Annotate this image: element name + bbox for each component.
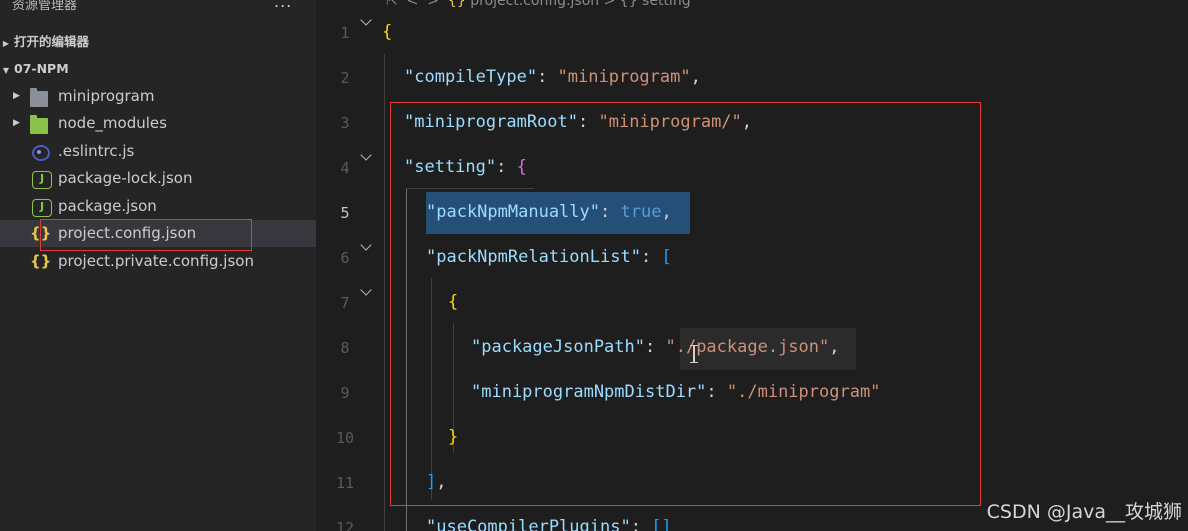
line-number: 7 bbox=[340, 294, 350, 312]
tree-item-label: node_modules bbox=[58, 114, 167, 132]
indent-guide bbox=[384, 54, 385, 531]
fold-chevron-icon[interactable] bbox=[360, 286, 374, 296]
colon: : bbox=[630, 517, 652, 531]
fold-chevron-icon[interactable] bbox=[360, 151, 374, 161]
explorer-title: 资源管理器 bbox=[12, 0, 78, 13]
project-root-section[interactable]: ▼ 07-NPM bbox=[0, 58, 69, 80]
open-editors-section[interactable]: ▶ 打开的编辑器 bbox=[0, 31, 89, 53]
chevron-down-icon: ▼ bbox=[2, 66, 10, 75]
tree-item-node-modules[interactable]: ▶ node_modules bbox=[0, 110, 316, 137]
tree-item-project-private-config[interactable]: {} project.private.config.json bbox=[0, 248, 316, 275]
tree-item-label: package-lock.json bbox=[58, 169, 193, 187]
line-number-current: 5 bbox=[340, 204, 350, 222]
watermark: CSDN @Java__攻城狮 bbox=[986, 501, 1182, 523]
more-actions-icon[interactable]: ... bbox=[274, 0, 292, 11]
chevron-right-icon: ▶ bbox=[13, 118, 20, 128]
tree-item-label: package.json bbox=[58, 197, 157, 215]
tree-item-eslintrc[interactable]: .eslintrc.js bbox=[0, 138, 316, 165]
breadcrumb-symbol[interactable]: {} setting bbox=[620, 0, 691, 9]
highlight-annotation-box bbox=[390, 102, 981, 506]
folder-icon bbox=[30, 88, 48, 107]
breadcrumb-nav-icons[interactable]: ⇱ < > bbox=[386, 0, 448, 9]
json-string: "miniprogram" bbox=[557, 67, 691, 87]
breadcrumb-file[interactable]: project.config.json bbox=[470, 0, 599, 9]
line-number: 6 bbox=[340, 249, 350, 267]
tree-item-package-json[interactable]: J package.json bbox=[0, 193, 316, 220]
project-root-label: 07-NPM bbox=[14, 61, 69, 76]
brace: { bbox=[382, 22, 393, 42]
line-number: 8 bbox=[340, 339, 350, 357]
line-number: 1 bbox=[340, 24, 350, 42]
eslint-icon bbox=[32, 145, 50, 161]
fold-chevron-icon[interactable] bbox=[360, 241, 374, 251]
code-line-1: { bbox=[382, 22, 392, 42]
open-editors-label: 打开的编辑器 bbox=[14, 34, 90, 49]
tree-item-label: .eslintrc.js bbox=[58, 142, 135, 160]
line-number: 3 bbox=[340, 114, 350, 132]
tree-item-label: project.private.config.json bbox=[58, 252, 254, 270]
json-braces-icon: {} bbox=[447, 0, 466, 9]
explorer-sidebar: 资源管理器 ... ▶ 打开的编辑器 ▼ 07-NPM ▶ miniprogram … bbox=[0, 0, 316, 531]
tree-item-package-lock[interactable]: J package-lock.json bbox=[0, 165, 316, 192]
code-editor[interactable]: ⇱ < > {} project.config.json > {} settin… bbox=[316, 0, 1188, 531]
tree-item-miniprogram[interactable]: ▶ miniprogram bbox=[0, 83, 316, 110]
fold-chevron-icon[interactable] bbox=[360, 16, 374, 26]
nodejs-icon: J bbox=[32, 171, 52, 189]
bracket: [] bbox=[651, 517, 672, 531]
chevron-right-icon: ▶ bbox=[13, 91, 20, 101]
chevron-right-icon: ▶ bbox=[2, 39, 10, 48]
line-number: 12 bbox=[335, 519, 355, 531]
tree-item-label: miniprogram bbox=[58, 87, 155, 105]
node-modules-folder-icon bbox=[30, 115, 48, 134]
nodejs-icon: J bbox=[32, 199, 52, 217]
breadcrumb: ⇱ < > {} project.config.json > {} settin… bbox=[386, 0, 691, 9]
line-number: 10 bbox=[335, 429, 355, 447]
colon: : bbox=[537, 67, 558, 87]
line-number: 4 bbox=[340, 159, 350, 177]
line-number: 11 bbox=[335, 474, 355, 492]
code-line-2: "compileType": "miniprogram", bbox=[404, 67, 701, 87]
code-line-12: "useCompilerPlugins": [] bbox=[426, 517, 672, 531]
json-key: "useCompilerPlugins" bbox=[426, 517, 631, 531]
comma: , bbox=[690, 67, 701, 87]
json-key: "compileType" bbox=[404, 67, 538, 87]
highlight-annotation-box bbox=[40, 219, 252, 251]
line-number: 2 bbox=[340, 69, 350, 87]
breadcrumb-separator: > bbox=[603, 0, 616, 9]
line-number: 9 bbox=[340, 384, 350, 402]
